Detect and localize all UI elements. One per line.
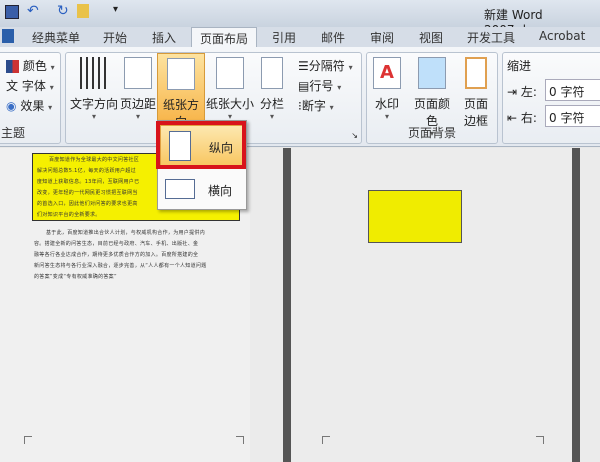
tab-mailings[interactable]: 邮件: [321, 29, 345, 46]
menu-item-landscape[interactable]: 横向: [160, 171, 244, 209]
colors-button[interactable]: 颜色 ▾: [6, 57, 55, 74]
fonts-icon: 文: [6, 79, 19, 93]
line-numbers-button[interactable]: ▤行号 ▾: [298, 77, 341, 94]
indent-left-input[interactable]: 0 字符: [545, 79, 600, 101]
document-area: 百度知道作为全球最大的中文问答社区 解决问题总数5.1亿，每天的活跃用户超过 度…: [0, 148, 600, 462]
body-paragraph: 基于此，百度知道推出合伙人计划，与权威机构合作，为用户提供内 容。搭建全新的问答…: [34, 230, 207, 280]
paragraph-group: 缩进 ⇥ 左: 0 字符 ⇤ 右: 0 字符: [502, 52, 600, 144]
ribbon-tabs: 经典菜单 开始 插入 页面布局 引用 邮件 审阅 视图 开发工具 Acrobat: [0, 27, 600, 48]
tab-insert[interactable]: 插入: [152, 29, 176, 46]
text-direction-icon: [80, 57, 108, 89]
ribbon: 颜色 ▾ 文 字体 ▾ ◉ 效果 ▾ 主题 文字方向▾ 页边距▾ 纸张方向▾ 纸…: [0, 47, 600, 147]
size-button[interactable]: 纸张大小 ▾: [206, 57, 254, 121]
page-background-group: A 水印 ▾ 页面颜色 ▾ 页面 边框 页面背景: [366, 52, 498, 144]
yellow-rectangle-shape[interactable]: [368, 190, 462, 243]
breaks-button[interactable]: ☰分隔符 ▾: [298, 57, 353, 74]
tab-developer[interactable]: 开发工具: [467, 29, 515, 46]
corner-mark: [322, 436, 330, 444]
orientation-button[interactable]: 纸张方向▾: [157, 53, 205, 139]
hyphenation-button[interactable]: ⁝断字 ▾: [298, 97, 334, 114]
page-gap: [283, 148, 291, 462]
page-gap-right: [572, 148, 580, 462]
tab-page-layout[interactable]: 页面布局: [191, 27, 258, 48]
highlight-annotation-box: [156, 121, 246, 169]
format-painter-icon[interactable]: [77, 4, 89, 18]
theme-group: 颜色 ▾ 文 字体 ▾ ◉ 效果 ▾ 主题: [0, 52, 61, 144]
indent-right-label: ⇤ 右:: [507, 111, 537, 125]
margins-icon: [124, 57, 152, 89]
corner-mark: [236, 436, 244, 444]
margins-button[interactable]: 页边距 ▾: [118, 57, 158, 121]
tab-acrobat[interactable]: Acrobat: [539, 29, 585, 43]
save-icon[interactable]: [5, 5, 19, 19]
orientation-icon: [167, 58, 195, 90]
redo-icon[interactable]: ↻: [57, 3, 69, 19]
quick-access-dropdown-icon[interactable]: ▾: [113, 4, 118, 15]
tab-view[interactable]: 视图: [419, 29, 443, 46]
corner-mark: [536, 436, 544, 444]
page-color-icon: [418, 57, 446, 89]
dialog-launcher-icon[interactable]: ↘: [351, 131, 358, 140]
effects-icon: ◉: [6, 99, 17, 113]
fonts-button[interactable]: 文 字体 ▾: [6, 77, 54, 94]
size-icon: [216, 57, 244, 89]
tab-home[interactable]: 开始: [103, 29, 127, 46]
page-borders-button[interactable]: 页面 边框: [459, 57, 493, 129]
colors-icon: [6, 60, 19, 73]
office-icon[interactable]: [2, 29, 14, 43]
columns-button[interactable]: 分栏 ▾: [256, 57, 288, 121]
watermark-icon: A: [373, 57, 401, 89]
text-direction-button[interactable]: 文字方向 ▾: [69, 57, 119, 121]
effects-button[interactable]: ◉ 效果 ▾: [6, 97, 52, 114]
corner-mark: [24, 436, 32, 444]
tab-review[interactable]: 审阅: [370, 29, 394, 46]
landscape-page-icon: [165, 179, 195, 199]
tab-classic-menu[interactable]: 经典菜单: [32, 29, 80, 46]
indent-right-input[interactable]: 0 字符: [545, 105, 600, 127]
watermark-button[interactable]: A 水印 ▾: [369, 57, 405, 121]
indent-left-label: ⇥ 左:: [507, 85, 537, 99]
undo-icon[interactable]: ↶: [27, 3, 39, 19]
tab-references[interactable]: 引用: [272, 29, 296, 46]
title-bar: ↶ ↻ ▾ 新建 Word 2007.doc: [0, 0, 600, 37]
columns-icon: [261, 57, 283, 89]
page-borders-icon: [465, 57, 487, 89]
